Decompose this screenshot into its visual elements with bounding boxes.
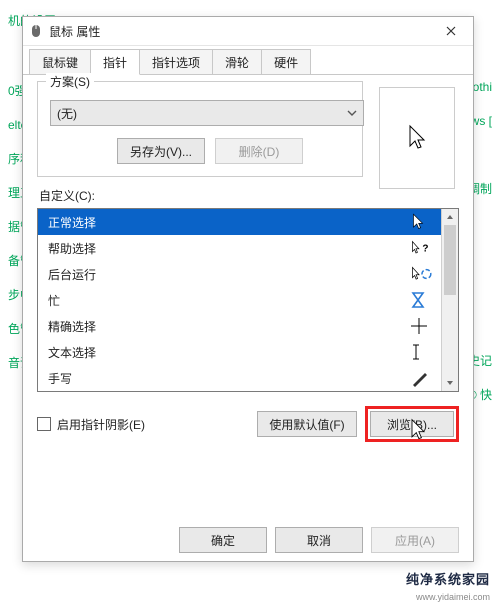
checkbox-icon	[37, 417, 51, 431]
close-icon	[446, 26, 456, 36]
list-item[interactable]: 文本选择	[38, 339, 441, 365]
chevron-down-icon	[347, 108, 357, 118]
crosshair-cursor-icon	[411, 318, 429, 334]
save-as-button[interactable]: 另存为(V)...	[117, 138, 205, 164]
close-button[interactable]	[435, 20, 467, 42]
help-cursor-icon: ?	[411, 239, 429, 257]
titlebar[interactable]: 鼠标 属性	[23, 17, 473, 46]
tab-pointers[interactable]: 指针	[90, 49, 140, 75]
list-item[interactable]: 手写	[38, 365, 441, 391]
pointer-preview	[379, 87, 455, 189]
ok-button[interactable]: 确定	[179, 527, 267, 553]
text-cursor-icon	[411, 343, 429, 361]
mouse-icon	[29, 24, 43, 38]
scroll-up-icon[interactable]	[442, 209, 458, 225]
tab-strip: 鼠标键 指针 指针选项 滑轮 硬件	[23, 48, 473, 75]
list-item[interactable]: 帮助选择 ?	[38, 235, 441, 261]
dialog-footer: 确定 取消 应用(A)	[179, 527, 459, 553]
tab-wheel[interactable]: 滑轮	[212, 49, 262, 74]
pen-cursor-icon	[411, 369, 429, 387]
tab-buttons[interactable]: 鼠标键	[29, 49, 91, 74]
pointer-shadow-checkbox[interactable]: 启用指针阴影(E)	[37, 416, 145, 433]
tab-hardware[interactable]: 硬件	[261, 49, 311, 74]
list-item[interactable]: 正常选择	[38, 209, 441, 235]
scheme-group: 方案(S) (无) 另存为(V)... 删除(D)	[37, 81, 363, 177]
use-default-button[interactable]: 使用默认值(F)	[257, 411, 357, 437]
customize-label: 自定义(C):	[39, 187, 459, 204]
pointer-shadow-label: 启用指针阴影(E)	[57, 416, 145, 433]
browse-button[interactable]: 浏览(B)...	[370, 411, 454, 437]
svg-text:?: ?	[422, 244, 428, 255]
scrollbar[interactable]	[441, 209, 458, 391]
cancel-button[interactable]: 取消	[275, 527, 363, 553]
scroll-down-icon[interactable]	[442, 375, 458, 391]
cursor-listbox[interactable]: 正常选择 帮助选择 ? 后台运行 忙 精确选择	[37, 208, 459, 392]
tab-pointer-options[interactable]: 指针选项	[139, 49, 213, 74]
highlight-box: 浏览(B)...	[365, 406, 459, 442]
list-item[interactable]: 后台运行	[38, 261, 441, 287]
arrow-cursor-icon	[407, 124, 427, 152]
scheme-value: (无)	[57, 105, 77, 122]
busy-cursor-icon	[411, 291, 429, 309]
apply-button: 应用(A)	[371, 527, 459, 553]
working-cursor-icon	[411, 265, 429, 283]
watermark-brand: 纯净系统家园	[406, 569, 490, 588]
scheme-select[interactable]: (无)	[50, 100, 364, 126]
arrow-cursor-icon	[411, 213, 429, 231]
scheme-label: 方案(S)	[46, 73, 94, 90]
dialog-title: 鼠标 属性	[49, 23, 435, 40]
delete-button: 删除(D)	[215, 138, 303, 164]
mouse-properties-dialog: 鼠标 属性 鼠标键 指针 指针选项 滑轮 硬件 方案(S) (无) 另存为(V)…	[22, 16, 474, 562]
list-item[interactable]: 精确选择	[38, 313, 441, 339]
list-item[interactable]: 忙	[38, 287, 441, 313]
scroll-thumb[interactable]	[444, 225, 456, 295]
scroll-track[interactable]	[442, 225, 458, 375]
